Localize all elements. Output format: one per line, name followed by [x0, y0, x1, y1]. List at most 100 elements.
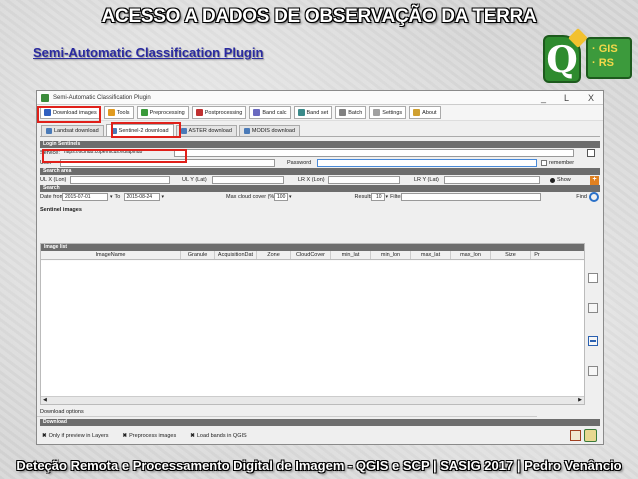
remember-label: remember	[549, 160, 575, 166]
col-imagename[interactable]: ImageName	[41, 251, 181, 259]
export-list-icon[interactable]	[588, 303, 598, 313]
find-search-icon[interactable]	[589, 192, 599, 202]
band-calc-icon	[253, 109, 261, 116]
reset-service-icon[interactable]	[587, 149, 595, 157]
toolbar-batch[interactable]: Batch	[335, 106, 367, 119]
run-download-icon[interactable]	[584, 429, 597, 442]
clear-table-icon[interactable]	[588, 366, 598, 376]
preprocess-label: Preprocess images	[129, 433, 177, 439]
col-max-lon[interactable]: max_lon	[451, 251, 491, 259]
horizontal-scrollbar[interactable]: ◀ ▶	[41, 396, 584, 404]
only-preview-checkbox[interactable]: ✖ Only if preview in Layers	[42, 433, 109, 439]
col-max-lat[interactable]: max_lat	[411, 251, 451, 259]
uly-input[interactable]	[212, 176, 284, 184]
col-min-lat[interactable]: min_lat	[331, 251, 371, 259]
maximize-button[interactable]: L	[564, 93, 569, 103]
preprocess-checkbox[interactable]: ✖ Preprocess images	[123, 433, 177, 439]
results-spin-icon[interactable]: ▾	[386, 194, 389, 200]
service-input-extension[interactable]	[173, 149, 574, 157]
aster-icon	[180, 128, 187, 134]
cloud-cover-spin-icon[interactable]: ▾	[289, 194, 292, 200]
scroll-right-icon[interactable]: ▶	[578, 397, 582, 403]
add-area-icon[interactable]: +	[590, 176, 599, 185]
results-input[interactable]: 10	[370, 193, 385, 201]
gis-rs-logo: · GIS · RS	[586, 37, 632, 79]
toolbar-postprocessing[interactable]: Postprocessing	[191, 106, 247, 119]
lrx-input[interactable]	[328, 176, 400, 184]
toolbar-download-images[interactable]: Download images	[40, 106, 101, 119]
tab-aster-download[interactable]: ASTER download	[175, 125, 237, 136]
col-granule[interactable]: Granule	[181, 251, 215, 259]
toolbar-label: Band set	[306, 109, 329, 116]
sentinel-images-header-row: Sentinel images	[37, 204, 603, 216]
tab-landsat-download[interactable]: Landsat download	[41, 125, 104, 136]
scroll-left-icon[interactable]: ◀	[43, 397, 47, 403]
col-cloudcover[interactable]: CloudCover	[291, 251, 331, 259]
col-pr[interactable]: Pr	[531, 251, 543, 259]
landsat-icon	[46, 128, 52, 134]
close-button[interactable]: X	[588, 93, 594, 103]
filter-label: Filter	[390, 194, 403, 200]
col-acquisition-date[interactable]: AcquisitionDat	[215, 251, 257, 259]
slide-title: ACESSO A DADOS DE OBSERVAÇÃO DA TERRA	[101, 6, 537, 27]
login-section-header: Login Sentinels	[40, 141, 600, 148]
toolbar-preprocessing[interactable]: Preprocessing	[136, 106, 189, 119]
toolbar-label: Band calc	[262, 109, 287, 116]
postprocessing-icon	[195, 109, 203, 116]
search-row: Date from 2015-07-01 ▾ To 2015-08-24 ▾ M…	[37, 192, 603, 202]
service-row: Service: https://scihub.copernicus.eu/ap…	[37, 148, 603, 158]
toolbar-label: Tools	[116, 109, 130, 116]
service-input[interactable]: https://scihub.copernicus.eu/apihub	[62, 149, 172, 157]
image-table-header: ImageName Granule AcquisitionDat Zone Cl…	[41, 251, 584, 260]
remember-checkbox[interactable]: remember	[541, 160, 574, 166]
show-area-toggle[interactable]: Show	[550, 177, 571, 183]
col-zone[interactable]: Zone	[257, 251, 291, 259]
toolbar-about[interactable]: About	[409, 106, 441, 119]
cloud-cover-input[interactable]: 100	[274, 193, 289, 201]
lry-input[interactable]	[444, 176, 540, 184]
toolbar-label: Settings	[382, 109, 403, 116]
minimize-button[interactable]: _	[541, 93, 546, 103]
search-area-row: UL X (Lon) UL Y (Lat) LR X (Lon) LR Y (L…	[37, 175, 603, 185]
tools-icon	[107, 109, 115, 116]
date-to-input[interactable]: 2015-08-24	[123, 193, 160, 201]
show-radio-icon	[550, 177, 555, 183]
toolbar-settings[interactable]: Settings	[369, 106, 407, 119]
toolbar-tools[interactable]: Tools	[103, 106, 134, 119]
date-from-input[interactable]: 2015-07-01	[62, 193, 108, 201]
toolbar-band-calc[interactable]: Band calc	[249, 106, 291, 119]
col-min-lon[interactable]: min_lon	[371, 251, 411, 259]
export-download-links-icon[interactable]	[570, 430, 581, 441]
modis-icon	[243, 128, 250, 134]
batch-icon	[339, 109, 347, 116]
date-from-dropdown-icon[interactable]: ▾	[110, 194, 113, 200]
filter-input[interactable]	[401, 193, 542, 201]
window-titlebar: Semi-Automatic Classification Plugin _ L…	[37, 91, 603, 105]
ulx-input[interactable]	[70, 176, 170, 184]
password-label: Password	[287, 160, 312, 166]
image-table-body[interactable]	[41, 261, 584, 396]
search-area-section-header: Search area	[40, 168, 600, 175]
tab-label: MODIS download	[251, 128, 296, 134]
qgis-logo: Q	[543, 35, 581, 83]
tab-modis-download[interactable]: MODIS download	[238, 125, 301, 136]
logo-line-gis: · GIS	[592, 43, 618, 55]
toolbar-label: Postprocessing	[204, 109, 243, 116]
lry-label: LR Y (Lat)	[414, 177, 439, 183]
remove-row-icon[interactable]	[588, 336, 598, 346]
service-label: Service	[40, 150, 59, 156]
date-to-dropdown-icon[interactable]: ▾	[162, 194, 165, 200]
preprocessing-icon	[140, 109, 148, 116]
load-bands-label: Load bands in QGIS	[196, 433, 247, 439]
toolbar-band-set[interactable]: Band set	[293, 106, 333, 119]
tab-sentinel2-download[interactable]: Sentinel-2 download	[105, 124, 174, 136]
search-section-header: Search	[40, 185, 600, 192]
col-size[interactable]: Size	[491, 251, 531, 259]
password-input[interactable]	[317, 159, 537, 167]
load-bands-checkbox[interactable]: ✖ Load bands in QGIS	[190, 433, 246, 439]
user-input[interactable]	[60, 159, 275, 167]
show-label: Show	[557, 177, 571, 183]
window-title: Semi-Automatic Classification Plugin	[53, 94, 151, 101]
download-subtabs: Landsat download Sentinel-2 download AST…	[37, 123, 603, 136]
image-thumbnail-icon[interactable]	[588, 273, 598, 283]
